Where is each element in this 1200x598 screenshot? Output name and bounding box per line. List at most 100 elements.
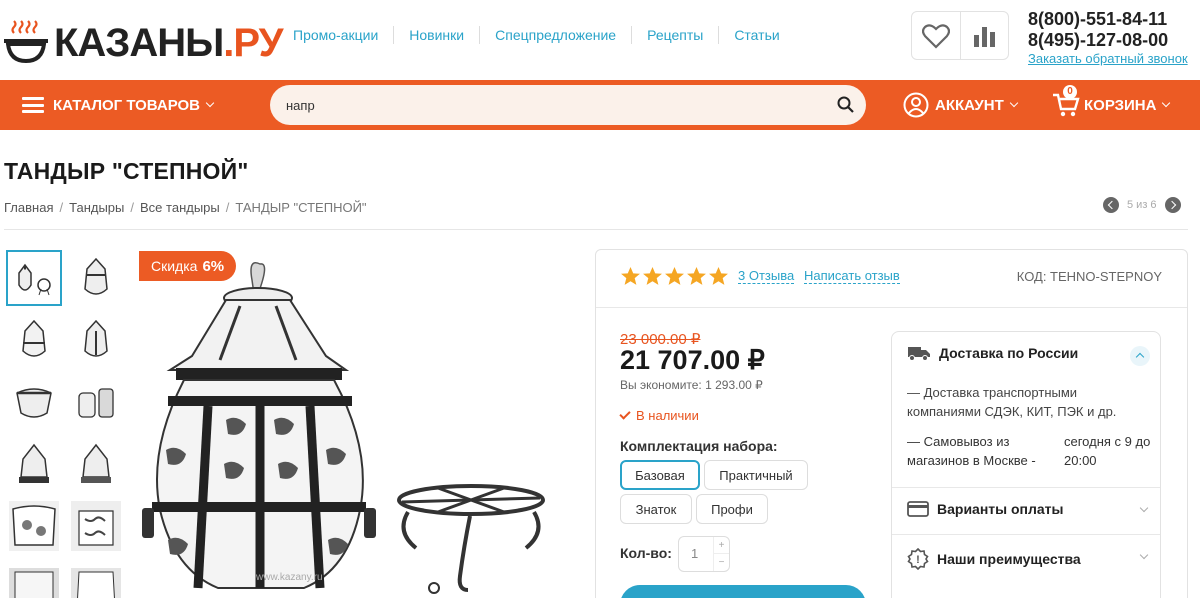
logo-text: КАЗАНЫ.РУ: [54, 21, 283, 65]
search-box: [270, 85, 866, 125]
catalog-label: КАТАЛОГ ТОВАРОВ: [53, 96, 201, 114]
menu-icon: [22, 97, 44, 113]
product-main-image[interactable]: www.kazany.ru: [138, 250, 570, 598]
heart-icon: [921, 23, 950, 49]
thumbnail-8[interactable]: [68, 436, 124, 492]
thumbnail-2[interactable]: [68, 250, 124, 306]
callback-link[interactable]: Заказать обратный звонок: [1028, 51, 1198, 67]
user-actions: [911, 11, 1009, 60]
site-logo[interactable]: КАЗАНЫ.РУ: [4, 10, 283, 70]
bar-chart-icon: [974, 26, 996, 47]
compare-button[interactable]: [959, 12, 1008, 59]
thumbnail-11[interactable]: [6, 560, 62, 598]
catalog-button[interactable]: КАТАЛОГ ТОВАРОВ: [22, 80, 215, 130]
write-review-link[interactable]: Написать отзыв: [804, 269, 900, 284]
rating-stars: [620, 266, 730, 287]
payment-title: Варианты оплаты: [937, 501, 1064, 517]
next-arrow-icon[interactable]: [1164, 197, 1181, 213]
chevron-down-icon: [1162, 98, 1171, 108]
divider: [4, 229, 1188, 230]
phone-2[interactable]: 8(495)-127-08-00: [1028, 30, 1198, 51]
nav-link-special[interactable]: Спецпредложение: [480, 26, 633, 44]
option-practical[interactable]: Практичный: [704, 460, 808, 490]
divider: [892, 534, 1160, 535]
user-icon: [903, 92, 929, 118]
thumbnail-5[interactable]: [6, 374, 62, 430]
cart-button[interactable]: 0 КОРЗИНА: [1052, 80, 1171, 130]
add-to-cart-button[interactable]: [620, 585, 866, 598]
page-title: ТАНДЫР "СТЕПНОЙ": [4, 158, 249, 184]
quantity-label: Кол-во:: [620, 545, 672, 561]
top-header: КАЗАНЫ.РУ Промо-акции Новинки Спецпредло…: [0, 0, 1200, 80]
set-options-label: Комплектация набора:: [620, 438, 778, 454]
thumbnail-9[interactable]: [6, 498, 62, 554]
truck-icon: [908, 347, 930, 361]
thumbnail-3[interactable]: [6, 312, 62, 368]
check-icon: [619, 408, 631, 420]
nav-link-promo[interactable]: Промо-акции: [278, 26, 395, 44]
option-pro[interactable]: Профи: [696, 494, 768, 524]
main-menu-bar: КАТАЛОГ ТОВАРОВ АККАУНТ 0 КОРЗИНА: [0, 80, 1200, 130]
star-icon: [665, 267, 684, 285]
cart-label: КОРЗИНА: [1084, 96, 1157, 114]
breadcrumb-tandoors[interactable]: Тандыры: [69, 200, 124, 215]
savings-text: Вы экономите: 1 293.00 ₽: [620, 378, 763, 392]
nav-link-articles[interactable]: Статьи: [719, 26, 794, 44]
thumbnail-4[interactable]: [68, 312, 124, 368]
stock-label: В наличии: [636, 408, 699, 423]
pickup-text: — Самовывоз из магазинов в Москве -: [907, 434, 1036, 468]
quantity-input[interactable]: 1: [691, 546, 698, 561]
payment-options-row[interactable]: Варианты оплаты: [907, 501, 1151, 517]
badge-icon: !: [907, 548, 929, 570]
breadcrumb: Главная / Тандыры / Все тандыры / ТАНДЫР…: [4, 200, 367, 215]
quantity-decrease-button[interactable]: −: [714, 554, 729, 571]
chevron-down-icon: [205, 98, 215, 108]
star-icon: [643, 267, 662, 285]
thumbnail-1[interactable]: [6, 250, 62, 306]
thumbnail-12[interactable]: [68, 560, 124, 598]
breadcrumb-current: ТАНДЫР "СТЕПНОЙ": [235, 200, 367, 215]
quantity-spin: + −: [713, 537, 729, 571]
svg-text:!: !: [916, 554, 920, 566]
chevron-down-icon: [1139, 503, 1149, 513]
star-icon: [709, 267, 728, 285]
product-pager: 5 из 6: [1103, 197, 1181, 213]
chevron-down-icon: [1009, 98, 1018, 108]
thumbnail-6[interactable]: [68, 374, 124, 430]
kazan-icon: [4, 17, 50, 64]
star-icon: [687, 267, 706, 285]
delivery-title: Доставка по России: [939, 345, 1079, 361]
option-basic[interactable]: Базовая: [620, 460, 700, 490]
search-input[interactable]: [286, 97, 826, 113]
quantity-stepper: 1 + −: [678, 536, 730, 572]
chevron-down-icon: [1139, 550, 1149, 560]
divider: [596, 307, 1187, 308]
advantages-title: Наши преимущества: [937, 551, 1081, 567]
pager-position: 5 из 6: [1127, 199, 1157, 211]
search-icon[interactable]: [836, 95, 856, 115]
chevron-up-icon[interactable]: [1130, 346, 1150, 366]
reviews-link[interactable]: 3 Отзыва: [738, 269, 795, 284]
product-sku: КОД: TEHNO-STEPNOY: [1016, 269, 1162, 284]
breadcrumb-home[interactable]: Главная: [4, 200, 53, 215]
favorites-button[interactable]: [912, 12, 960, 59]
phone-1[interactable]: 8(800)-551-84-11: [1028, 9, 1198, 30]
thumbnail-10[interactable]: [68, 498, 124, 554]
watermark: www.kazany.ru: [255, 572, 323, 583]
nav-link-new[interactable]: Новинки: [394, 26, 481, 44]
option-expert[interactable]: Знаток: [620, 494, 692, 524]
top-nav: Промо-акции Новинки Спецпредложение Реце…: [278, 26, 795, 44]
account-button[interactable]: АККАУНТ: [903, 80, 1018, 130]
quantity-increase-button[interactable]: +: [714, 537, 729, 554]
cart-count-badge: 0: [1063, 85, 1077, 99]
breadcrumb-all-tandoors[interactable]: Все тандыры: [140, 200, 220, 215]
nav-link-recipes[interactable]: Рецепты: [632, 26, 720, 44]
contact-phones: 8(800)-551-84-11 8(495)-127-08-00 Заказа…: [1028, 9, 1198, 67]
current-price: 21 707.00 ₽: [620, 345, 765, 375]
credit-card-icon: [907, 501, 929, 517]
thumbnail-7[interactable]: [6, 436, 62, 492]
delivery-header[interactable]: Доставка по России: [907, 345, 1078, 361]
advantages-row[interactable]: ! Наши преимущества: [907, 548, 1151, 570]
prev-arrow-icon[interactable]: [1103, 197, 1119, 213]
pickup-time: сегодня с 9 до 20:00: [1064, 434, 1151, 468]
